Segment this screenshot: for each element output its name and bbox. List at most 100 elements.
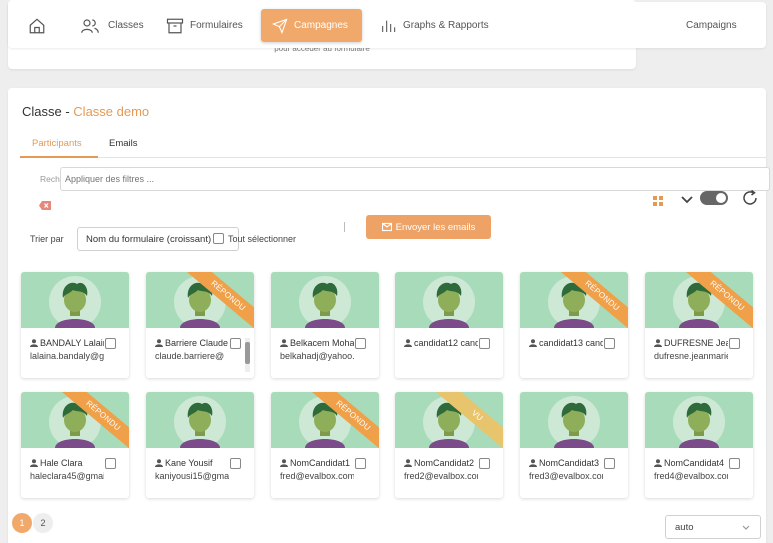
participant-name: BANDALY Lalaina <box>30 338 104 348</box>
tab-participants[interactable]: Participants <box>32 138 82 149</box>
participant-checkbox[interactable] <box>479 458 490 469</box>
divider <box>344 222 345 232</box>
avatar: VU <box>395 392 503 448</box>
nav-campaigns-link[interactable]: Campaigns <box>686 9 737 42</box>
participant-checkbox[interactable] <box>355 338 366 349</box>
nav-campaigns-label: Campagnes <box>294 20 348 31</box>
participant-checkbox[interactable] <box>604 338 615 349</box>
chevron-down-icon <box>742 525 750 530</box>
participant-email: dufresne.jeanmarie@ <box>654 351 728 361</box>
participant-checkbox[interactable] <box>230 338 241 349</box>
participant-name-text: Barriere Claude <box>165 338 229 348</box>
user-icon <box>155 458 165 468</box>
participant-name: candidat13 candidat13 <box>529 338 603 348</box>
participant-checkbox[interactable] <box>230 458 241 469</box>
grid-view-icon[interactable] <box>653 193 663 211</box>
avatar <box>21 272 129 328</box>
user-icon <box>404 458 414 468</box>
participant-name: Hale Clara <box>30 458 104 468</box>
send-emails-label: Envoyer les emails <box>395 221 476 233</box>
user-icon <box>280 458 290 468</box>
avatar: RÉPONDU <box>21 392 129 448</box>
participant-name-text: NomCandidat2 <box>414 458 475 468</box>
bar-chart-icon <box>382 20 396 32</box>
refresh-icon[interactable] <box>741 189 759 212</box>
tabs-divider <box>20 157 766 158</box>
mail-icon <box>381 222 392 232</box>
participant-name-text: Belkacem Mohamed <box>290 338 354 348</box>
participant-card[interactable]: NomCandidat4 fred4@evalbox.com <box>645 392 753 498</box>
tab-emails[interactable]: Emails <box>109 138 138 149</box>
participant-checkbox[interactable] <box>729 458 740 469</box>
avatar: RÉPONDU <box>271 392 379 448</box>
participant-email: claude.barriere@ <box>155 351 225 361</box>
participant-card[interactable]: RÉPONDU NomCandidat1 fred@evalbox.com <box>271 392 379 498</box>
chevron-down-icon[interactable] <box>681 192 693 210</box>
participant-email: fred@evalbox.com <box>280 471 354 481</box>
avatar <box>520 392 628 448</box>
user-icon <box>30 458 40 468</box>
participant-card[interactable]: BANDALY Lalaina lalaina.bandaly@gmail.com <box>21 272 129 378</box>
participant-card[interactable]: VU NomCandidat2 fred2@evalbox.com <box>395 392 503 498</box>
send-icon <box>272 17 288 34</box>
participant-name: NomCandidat2 <box>404 458 478 468</box>
avatar <box>271 272 379 328</box>
user-icon <box>654 338 664 348</box>
nav-home[interactable] <box>28 9 46 42</box>
participant-name-text: NomCandidat1 <box>290 458 351 468</box>
send-emails-button[interactable]: Envoyer les emails <box>366 215 491 239</box>
participant-card[interactable]: candidat12 candidat12 <box>395 272 503 378</box>
participant-checkbox[interactable] <box>105 458 116 469</box>
per-page-value: auto <box>675 522 694 533</box>
avatar: RÉPONDU <box>146 272 254 328</box>
participant-card[interactable]: Belkacem Mohamed belkahadj@yahoo.fr <box>271 272 379 378</box>
participant-card[interactable]: Kane Yousif kaniyousi15@gmail.com <box>146 392 254 498</box>
participant-checkbox[interactable] <box>105 338 116 349</box>
clear-filter-icon[interactable] <box>39 197 51 215</box>
nav-classes[interactable]: Classes <box>80 9 144 42</box>
nav-campaigns[interactable]: Campagnes <box>261 9 362 42</box>
participant-email: kaniyousi15@gmail.com <box>155 471 229 481</box>
participant-email: fred2@evalbox.com <box>404 471 478 481</box>
user-icon <box>30 338 40 348</box>
nav-graphs[interactable]: Graphs & Rapports <box>380 9 489 42</box>
page-2-button[interactable]: 2 <box>33 513 53 533</box>
participant-name-text: BANDALY Lalaina <box>40 338 104 348</box>
participant-name: Barriere Claude <box>155 338 229 348</box>
participant-email: belkahadj@yahoo.fr <box>280 351 354 361</box>
filter-input[interactable] <box>60 167 770 191</box>
participant-card[interactable]: RÉPONDU Barriere Claude claude.barriere@ <box>146 272 254 378</box>
select-all-label: Tout sélectionner <box>228 234 297 244</box>
participant-name-text: candidat13 candidat13 <box>539 338 603 348</box>
participant-email: lalaina.bandaly@gmail.com <box>30 351 104 361</box>
participant-email: fred3@evalbox.com <box>529 471 603 481</box>
card-scrollbar[interactable] <box>245 338 250 372</box>
participant-checkbox[interactable] <box>355 458 366 469</box>
nav-forms[interactable]: Formulaires <box>166 9 243 42</box>
user-icon <box>654 458 664 468</box>
title-prefix: Classe - <box>22 104 74 119</box>
participant-checkbox[interactable] <box>604 458 615 469</box>
participant-name-text: Hale Clara <box>40 458 83 468</box>
participant-card[interactable]: RÉPONDU DUFRESNE Jean dufresne.jeanmarie@ <box>645 272 753 378</box>
participant-checkbox[interactable] <box>479 338 490 349</box>
participant-name: Belkacem Mohamed <box>280 338 354 348</box>
view-toggle[interactable] <box>700 191 728 205</box>
page-title: Classe - Classe demo <box>22 104 149 119</box>
participant-card[interactable]: NomCandidat3 fred3@evalbox.com <box>520 392 628 498</box>
participant-name-text: candidat12 candidat12 <box>414 338 478 348</box>
participant-name: candidat12 candidat12 <box>404 338 478 348</box>
participant-name: NomCandidat3 <box>529 458 603 468</box>
user-icon <box>155 338 165 348</box>
participant-name: DUFRESNE Jean <box>654 338 728 348</box>
per-page-select[interactable]: auto <box>665 515 761 539</box>
select-all-checkbox[interactable] <box>213 233 224 244</box>
nav-forms-label: Formulaires <box>190 20 243 31</box>
participant-name: NomCandidat4 <box>654 458 728 468</box>
participant-checkbox[interactable] <box>729 338 740 349</box>
user-icon <box>529 338 539 348</box>
sort-label: Trier par <box>30 234 64 244</box>
page-1-button[interactable]: 1 <box>12 513 32 533</box>
participant-card[interactable]: RÉPONDU candidat13 candidat13 <box>520 272 628 378</box>
participant-card[interactable]: RÉPONDU Hale Clara haleclara45@gmail.com <box>21 392 129 498</box>
